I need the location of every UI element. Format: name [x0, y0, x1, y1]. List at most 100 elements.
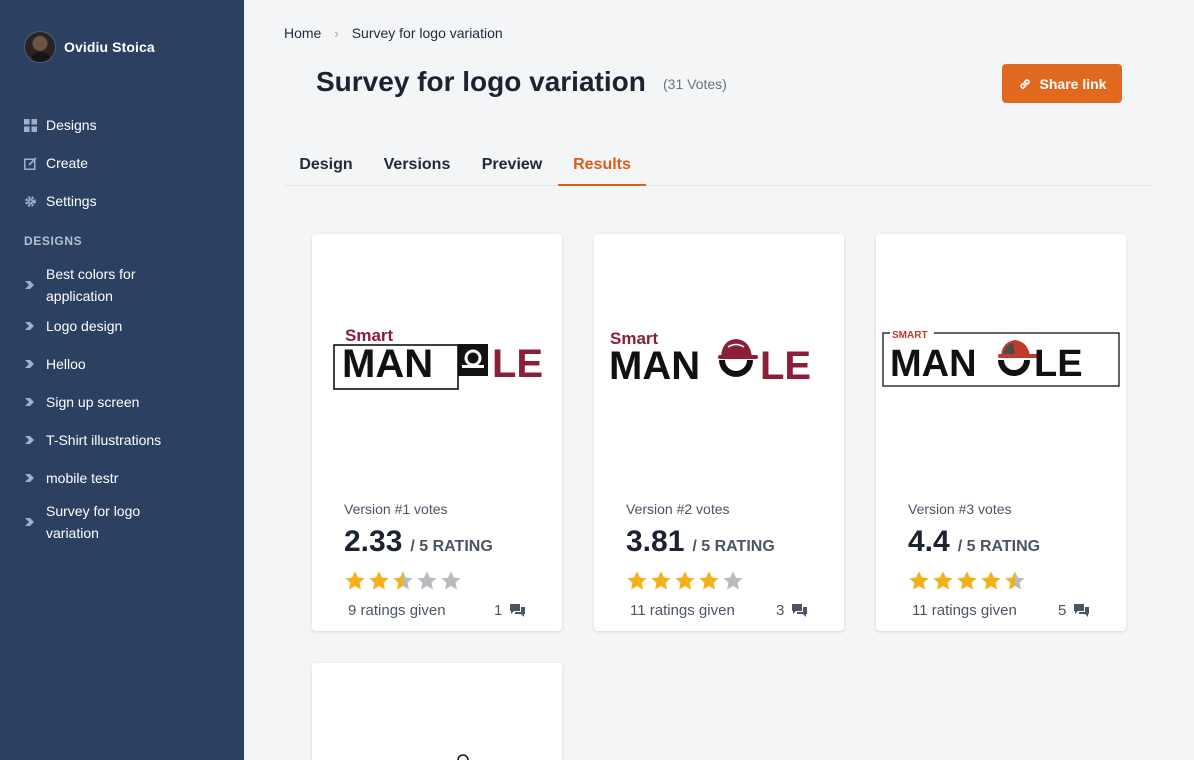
star-empty-icon — [441, 571, 461, 590]
logo-main-text: LE — [492, 342, 543, 386]
edit-icon — [24, 156, 37, 170]
comments-icon — [510, 604, 526, 617]
nav-item-designs[interactable]: Designs — [24, 106, 97, 144]
tab-design[interactable]: Design — [284, 148, 368, 186]
chevron-right-icon — [25, 518, 34, 526]
rating-suffix: / 5 RATING — [957, 538, 1041, 555]
comments-number: 5 — [1058, 602, 1067, 619]
result-card[interactable]: Smart MAN LE Version #2 votes 3.81 / 5 R… — [594, 234, 844, 631]
star-rating — [626, 570, 746, 592]
sidebar-item-design[interactable]: T-Shirt illustrations — [24, 421, 224, 459]
nav-label: Create — [46, 155, 89, 171]
result-card[interactable] — [312, 663, 562, 760]
chevron-right-icon — [25, 322, 34, 330]
design-label: T-Shirt illustrations — [46, 432, 162, 448]
breadcrumb-home[interactable]: Home — [284, 25, 321, 41]
star-filled-icon — [933, 571, 953, 590]
sidebar-item-design[interactable]: Helloo — [24, 345, 224, 383]
result-card[interactable]: SMART MAN LE Version #3 votes 4.4 / 5 RA… — [876, 234, 1126, 631]
star-filled-icon — [957, 571, 977, 590]
version-label: Version #2 votes — [626, 501, 730, 517]
comments-count[interactable]: 3 — [776, 602, 808, 619]
tab-versions[interactable]: Versions — [368, 148, 466, 186]
rating: 4.4 / 5 RATING — [908, 525, 1040, 559]
sidebar-item-design[interactable]: Survey for logo variation — [24, 500, 224, 544]
rating-value: 4.4 — [908, 525, 950, 558]
star-filled-icon — [699, 571, 719, 590]
ratings-given: 11 ratings given — [912, 602, 1017, 619]
rating-value: 2.33 — [344, 525, 403, 558]
logo-version-4 — [457, 754, 469, 760]
star-filled-icon — [369, 571, 389, 590]
user-name: Ovidiu Stoica — [64, 39, 155, 55]
sidebar-item-design[interactable]: Sign up screen — [24, 383, 224, 421]
sidebar-item-design[interactable]: Logo design — [24, 307, 224, 345]
chevron-right-icon — [25, 474, 34, 482]
rating: 3.81 / 5 RATING — [626, 525, 775, 559]
designs-list: Best colors for application Logo design … — [24, 263, 224, 544]
design-label: Helloo — [46, 356, 86, 372]
design-label: Best colors for application — [46, 266, 136, 304]
result-card[interactable]: Smart MAN LE Version #1 votes 2.33 / 5 R… — [312, 234, 562, 631]
chevron-right-icon — [25, 398, 34, 406]
star-rating — [908, 570, 1028, 592]
sidebar-item-design[interactable]: Best colors for application — [24, 263, 224, 307]
designs-section-title: DESIGNS — [24, 234, 83, 248]
comments-count[interactable]: 1 — [494, 602, 526, 619]
design-label: Logo design — [46, 318, 123, 334]
star-filled-icon — [345, 571, 365, 590]
ratings-given: 11 ratings given — [630, 602, 735, 619]
design-label: mobile testr — [46, 470, 119, 486]
tab-preview[interactable]: Preview — [466, 148, 558, 186]
main-nav: Designs Create Settings — [24, 106, 97, 220]
star-half-icon — [1005, 571, 1025, 590]
link-icon — [1019, 78, 1030, 89]
chevron-right-icon — [25, 360, 34, 368]
nav-item-create[interactable]: Create — [24, 144, 97, 182]
share-link-button[interactable]: Share link — [1002, 64, 1122, 103]
tabs: Design Versions Preview Results — [284, 148, 1154, 186]
breadcrumb-current: Survey for logo variation — [351, 25, 503, 41]
chevron-right-icon — [25, 281, 34, 289]
star-filled-icon — [651, 571, 671, 590]
ratings-given: 9 ratings given — [348, 602, 446, 619]
grid-icon — [24, 118, 37, 132]
logo-main-text: MAN — [342, 342, 433, 386]
logo-version-1: Smart MAN LE — [333, 326, 543, 390]
page-title: Survey for logo variation — [316, 66, 646, 97]
rating: 2.33 / 5 RATING — [344, 525, 493, 559]
design-label: Sign up screen — [46, 394, 140, 410]
comments-number: 3 — [776, 602, 785, 619]
comments-icon — [1074, 604, 1090, 617]
logo-version-3: SMART MAN LE — [882, 329, 1120, 387]
user-profile[interactable]: Ovidiu Stoica — [24, 31, 155, 63]
sidebar: Ovidiu Stoica Designs Create Settings DE… — [0, 0, 244, 760]
rating-suffix: / 5 RATING — [410, 538, 493, 555]
star-empty-icon — [417, 571, 437, 590]
rating-value: 3.81 — [626, 525, 685, 558]
rating-suffix: / 5 RATING — [692, 538, 775, 555]
tab-results[interactable]: Results — [558, 148, 646, 186]
share-link-label: Share link — [1039, 75, 1107, 92]
star-empty-icon — [723, 571, 743, 590]
star-half-icon — [393, 571, 413, 590]
logo-main-text: LE — [1034, 343, 1083, 385]
comments-count[interactable]: 5 — [1058, 602, 1090, 619]
gear-icon — [25, 195, 36, 207]
nav-label: Settings — [46, 193, 97, 209]
nav-label: Designs — [46, 117, 97, 133]
comments-icon — [792, 604, 808, 617]
version-label: Version #3 votes — [908, 501, 1012, 517]
star-rating — [344, 570, 464, 592]
star-filled-icon — [909, 571, 929, 590]
sidebar-item-design[interactable]: mobile testr — [24, 459, 224, 497]
logo-main-text: MAN — [890, 343, 977, 385]
star-filled-icon — [627, 571, 647, 590]
logo-main-text: LE — [760, 344, 811, 388]
chevron-right-icon: › — [334, 25, 339, 41]
version-label: Version #1 votes — [344, 501, 448, 517]
logo-version-2: Smart MAN LE — [609, 329, 811, 388]
logo-small-text: SMART — [892, 330, 928, 341]
breadcrumb: Home › Survey for logo variation — [284, 25, 503, 41]
nav-item-settings[interactable]: Settings — [24, 182, 97, 220]
